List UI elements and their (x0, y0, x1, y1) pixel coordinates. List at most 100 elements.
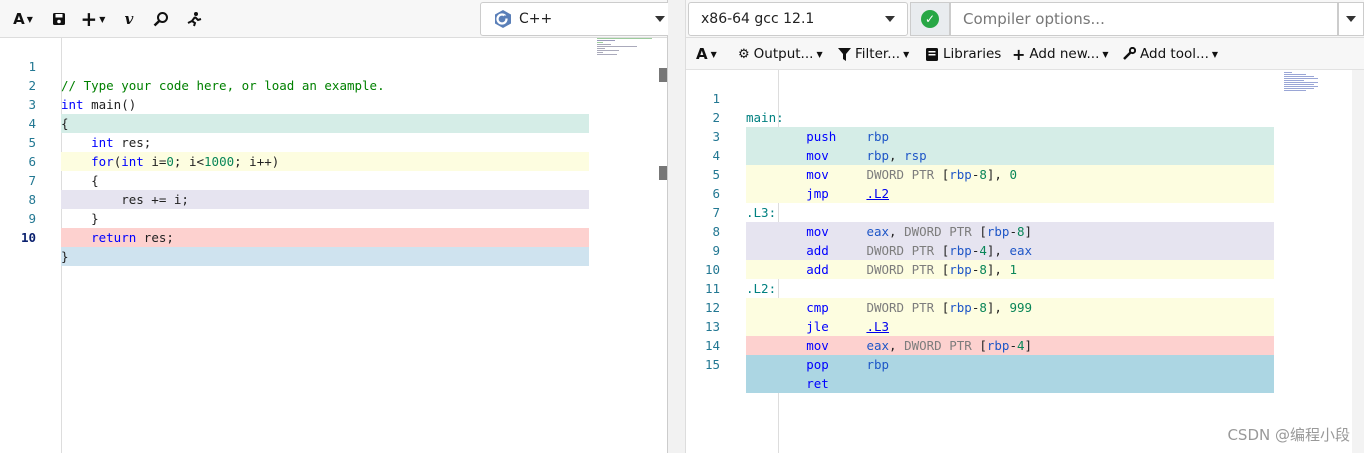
compile-status[interactable]: ✓ (910, 2, 950, 36)
code-line: 9 return res; (0, 190, 589, 247)
assembly-output[interactable]: 1 main: 2 push rbp 3 mov rbp, rsp 4 mov … (686, 70, 1364, 453)
asm-line: 6 .L3: (686, 165, 776, 220)
output-font-button[interactable]: A ▼ (696, 45, 717, 63)
source-editor-pane: A ▼ + ▼ v C++ 1 // Type your code here, … (0, 0, 678, 453)
label-link[interactable]: .L3 (866, 319, 889, 334)
libraries-button[interactable]: Libraries (926, 45, 1001, 63)
minimap-line (597, 48, 605, 49)
minimap-line (1284, 82, 1318, 83)
libraries-label: Libraries (943, 46, 1002, 62)
asm-line: 8 add DWORD PTR [rbp-4], eax (686, 203, 1274, 260)
asm-text: pop rbp (746, 355, 1274, 374)
asm-line: 9 add DWORD PTR [rbp-8], 1 (686, 222, 1274, 279)
filter-menu-button[interactable]: Filter... ▼ (838, 45, 909, 63)
chevron-down-icon: ▼ (1102, 49, 1109, 59)
editor-scrollbar[interactable] (659, 38, 667, 453)
compiler-select[interactable]: x86-64 gcc 12.1 (688, 2, 908, 36)
asm-text: cmp DWORD PTR [rbp-8], 999 (746, 298, 1274, 317)
runner-icon (187, 12, 202, 27)
chevron-down-icon (885, 16, 895, 22)
asm-text: mov DWORD PTR [rbp-8], 0 (746, 165, 1274, 184)
asm-text: mov eax, DWORD PTR [rbp-8] (746, 222, 1274, 241)
label-link[interactable]: .L2 (866, 186, 889, 201)
add-tool-label: Add tool... (1140, 46, 1209, 62)
minimap[interactable] (597, 38, 667, 60)
language-select[interactable]: C++ (480, 2, 678, 36)
compiler-pane: x86-64 gcc 12.1 ✓ A▼ ⚙ Output...▼ Filter… (686, 0, 1364, 453)
add-new-button[interactable]: + Add new... ▼ (1012, 45, 1109, 64)
pane-splitter[interactable] (668, 0, 686, 453)
asm-token: rbp (986, 338, 1010, 353)
asm-token: DWORD PTR (904, 224, 972, 239)
scroll-thumb[interactable] (659, 68, 667, 82)
asm-text: ret (746, 374, 1274, 393)
asm-line: 5 jmp .L2 (686, 146, 1274, 203)
asm-line: 7 mov eax, DWORD PTR [rbp-8] (686, 184, 1274, 241)
asm-text: jle .L3 (746, 317, 1274, 336)
vim-mode-button[interactable]: v (120, 8, 138, 30)
font-size-label: A (696, 45, 708, 63)
asm-token: ret (806, 376, 829, 391)
asm-line: 12 jle .L3 (686, 279, 1274, 336)
add-pane-button[interactable]: + ▼ (80, 7, 106, 31)
asm-scrollbar[interactable] (1352, 70, 1364, 453)
code-line: 7 res += i; (0, 152, 589, 209)
add-label: + (80, 7, 98, 31)
asm-token: mov (806, 224, 829, 239)
scroll-thumb[interactable] (659, 166, 667, 180)
compiler-options-input[interactable] (950, 2, 1338, 36)
asm-token: push (806, 129, 837, 144)
asm-line: 15 ret (686, 336, 1274, 393)
asm-token: 8 (979, 262, 987, 277)
chevron-down-icon: ▼ (903, 49, 910, 59)
asm-token: rbp (866, 129, 890, 144)
asm-token: 4 (979, 243, 987, 258)
filter-label: Filter... (855, 46, 901, 62)
code-text: } (61, 247, 589, 266)
search-button[interactable] (152, 8, 170, 30)
asm-line: 1 main: (686, 70, 783, 125)
font-size-label: A (13, 10, 25, 28)
minimap-line (1284, 84, 1314, 85)
asm-token: 4 (1016, 338, 1025, 353)
add-tool-button[interactable]: Add tool... ▼ (1122, 45, 1218, 63)
asm-text: push rbp (746, 127, 1274, 146)
add-new-label: Add new... (1029, 46, 1100, 62)
minimap-line (1284, 80, 1304, 81)
asm-token: 1 (1009, 262, 1017, 277)
asm-line: 3 mov rbp, rsp (686, 108, 1274, 165)
asm-token: add (806, 262, 829, 277)
output-menu-button[interactable]: ⚙ Output... ▼ (738, 45, 823, 63)
run-button[interactable] (185, 8, 203, 30)
asm-token: jmp (806, 186, 829, 201)
output-label: Output... (753, 46, 814, 62)
book-icon (926, 47, 938, 61)
compiler-options-dropdown[interactable] (1338, 2, 1364, 36)
asm-line: 2 push rbp (686, 89, 1274, 146)
minimap-line (597, 46, 637, 47)
asm-token: rbp (866, 148, 890, 163)
minimap-line (1284, 74, 1306, 75)
code-text: for(int i=0; i<1000; i++) (61, 152, 589, 171)
asm-minimap[interactable] (1284, 72, 1324, 102)
code-line: 10 } (0, 209, 589, 266)
code-line: 4 int res; (0, 95, 151, 150)
code-editor[interactable]: 1 // Type your code here, or load an exa… (0, 38, 667, 453)
asm-label: main: (746, 110, 784, 125)
asm-label: .L3: (746, 205, 777, 220)
chevron-down-icon: ▼ (1211, 49, 1219, 59)
asm-token: eax (1009, 243, 1033, 258)
asm-token: rbp (949, 262, 972, 277)
asm-token: add (806, 243, 829, 258)
code-line: 3 { (0, 76, 589, 133)
chevron-down-icon (1346, 16, 1356, 22)
code-token: 0 (166, 154, 174, 169)
code-text: { (61, 173, 99, 188)
gear-icon: ⚙ (738, 46, 750, 62)
save-button[interactable] (50, 8, 68, 30)
font-size-button[interactable]: A ▼ (10, 8, 36, 30)
code-token: int (121, 154, 144, 169)
chevron-down-icon (655, 16, 665, 22)
cpp-logo-icon (495, 10, 511, 28)
code-line: 5 for(int i=0; i<1000; i++) (0, 114, 589, 171)
